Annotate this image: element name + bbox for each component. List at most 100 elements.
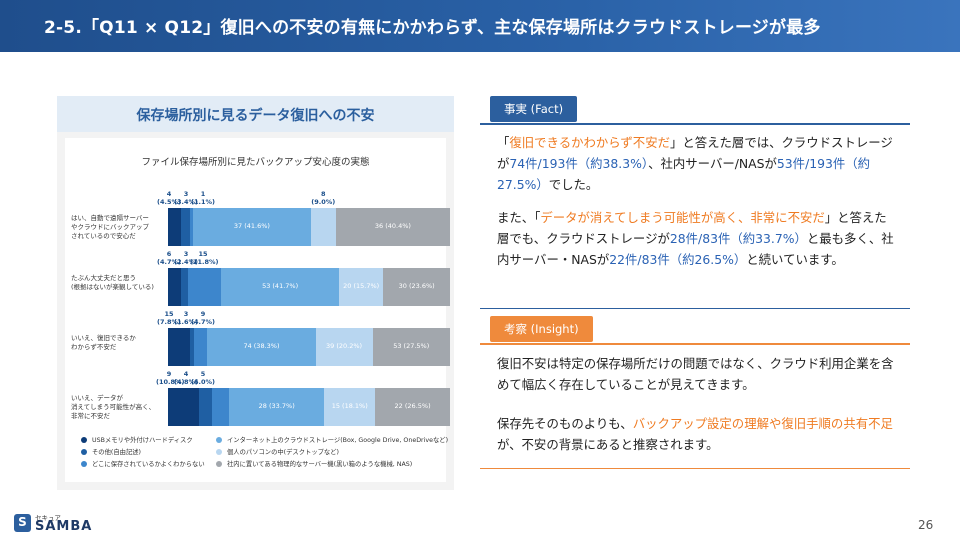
legend-label: 個人のパソコンの中(デスクトップなど) xyxy=(227,449,339,456)
bar-segment-label: 37 (41.6%) xyxy=(233,222,270,230)
figure-banner: 保存場所別に見るデータ復旧への不安 xyxy=(57,96,454,132)
legend-swatch-icon xyxy=(216,449,222,455)
legend-label: その他(自由記述) xyxy=(92,449,141,456)
bar-segment-label: 36 (40.4%) xyxy=(374,222,411,230)
bar-segment xyxy=(198,388,213,426)
logo-mark-letter: S xyxy=(18,515,27,529)
bar-segment xyxy=(212,388,230,426)
small-percent-label: (9.0%) xyxy=(311,197,336,206)
fact-p1-run: 、社内サーバー/NASが xyxy=(648,156,777,171)
small-percent-label: (6.0%) xyxy=(191,377,215,386)
bar-segment-label: 30 (23.6%) xyxy=(398,282,435,290)
fact-p1-run: でした。 xyxy=(548,177,599,192)
insight-p2-run: 保存先そのものよりも、 xyxy=(497,416,633,431)
bar-segment xyxy=(187,268,222,306)
stacked-bar: 74 (38.3%) 39 (20.2%) 53 (27.5%) xyxy=(168,328,450,366)
insight-p2-run: バックアップ設定の理解や復旧手順の共有不足 xyxy=(632,416,893,431)
bar-segment-label: 20 (15.7%) xyxy=(343,282,380,290)
category-label: たぶん大丈夫だと思う (根拠はないが楽観している) xyxy=(71,274,154,291)
legend-label: インターネット上のクラウドストレージ(Box, Google Drive, On… xyxy=(227,437,449,444)
insight-p2-run: が、不安の背景にあると推察されます。 xyxy=(497,437,719,452)
insight-paragraph-1: 復旧不安は特定の保存場所だけの問題ではなく、クラウド利用企業を含めて幅広く存在し… xyxy=(497,353,899,395)
slide: 2-5.「Q11 × Q12」復旧への不安の有無にかかわらず、主な保存場所はクラ… xyxy=(0,0,960,540)
bar-segment xyxy=(180,208,191,246)
legend-item: どこに保存されているかよくわからない xyxy=(81,459,205,468)
bar-segment-label: 74 (38.3%) xyxy=(243,342,280,350)
bar-segment xyxy=(168,208,181,246)
page-title: 2-5.「Q11 × Q12」復旧への不安の有無にかかわらず、主な保存場所はクラ… xyxy=(44,18,821,38)
fact-p1-run: 74件/193件（約38.3%） xyxy=(509,156,649,171)
page-number: 26 xyxy=(918,518,934,532)
fact-p2-run: と続いています。 xyxy=(746,252,844,267)
legend-label: 社内に置いてある物理的なサーバー機(黒い箱のような機械, NAS) xyxy=(227,461,413,468)
bar-segment xyxy=(181,268,188,306)
header-bar: 2-5.「Q11 × Q12」復旧への不安の有無にかかわらず、主な保存場所はクラ… xyxy=(0,0,960,52)
insight-divider-top xyxy=(480,343,910,345)
bar-segment: 74 (38.3%) xyxy=(207,328,316,366)
bar-segment-label: 39 (20.2%) xyxy=(325,342,363,350)
bar-segment xyxy=(194,328,208,366)
logo-mark-icon: S xyxy=(14,514,31,532)
legend-item: 個人のパソコンの中(デスクトップなど) xyxy=(216,447,339,456)
small-segment-label: 8 (9.0%) xyxy=(310,190,336,206)
bar-segment xyxy=(168,328,190,366)
small-percent-label: (1.1%) xyxy=(191,197,215,206)
fact-paragraph-1: 「復旧できるかわからず不安だ」と答えた層では、クラウドストレージが74件/193… xyxy=(497,132,899,195)
legend-swatch-icon xyxy=(81,461,87,467)
bar-segment-label: 53 (27.5%) xyxy=(393,342,430,350)
bar-segment-label: 22 (26.5%) xyxy=(394,402,431,410)
fact-p2-run: 22件/83件（約26.5%） xyxy=(609,252,747,267)
stacked-bar: 53 (41.7%) 20 (15.7%) 30 (23.6%) xyxy=(168,268,450,306)
fact-p2-run: データが消えてしまう可能性が高く、非常に不安だ xyxy=(540,210,825,225)
legend-swatch-icon xyxy=(81,437,87,443)
bar-segment xyxy=(310,208,336,246)
chart-figure: 保存場所別に見るデータ復旧への不安 ファイル保存場所別に見たバックアップ安心度の… xyxy=(57,96,454,490)
legend-item: USBメモリや外付けハードディスク xyxy=(81,435,193,444)
bar-segment: 22 (26.5%) xyxy=(375,388,450,426)
bar-segment xyxy=(168,388,199,426)
fact-tag: 事実 (Fact) xyxy=(490,96,578,122)
stacked-bar: 37 (41.6%) 36 (40.4%) xyxy=(168,208,450,246)
small-segment-label: 9 (4.7%) xyxy=(190,310,216,326)
stacked-bar: 28 (33.7%) 15 (18.1%) 22 (26.5%) xyxy=(168,388,450,426)
fact-p2-run: 28件/83件（約33.7%） xyxy=(669,231,807,246)
legend-item: その他(自由記述) xyxy=(81,447,141,456)
fact-paragraph-2: また、「データが消えてしまう可能性が高く、非常に不安だ」と答えた層でも、クラウド… xyxy=(497,207,899,270)
bar-segment: 15 (18.1%) xyxy=(324,388,376,426)
small-percent-label: (4.7%) xyxy=(191,317,215,326)
bar-segment: 37 (41.6%) xyxy=(193,208,311,246)
logo-wordmark: SAMBA xyxy=(35,519,93,534)
category-label: いいえ、復旧できるか わからず不安だ xyxy=(71,334,136,351)
category-label: いいえ、データが 消えてしまう可能性が高く、 非常に不安だ xyxy=(71,394,156,420)
bar-segment: 28 (33.7%) xyxy=(229,388,325,426)
legend-swatch-icon xyxy=(216,437,222,443)
bar-segment: 20 (15.7%) xyxy=(338,268,384,306)
legend-item: 社内に置いてある物理的なサーバー機(黒い箱のような機械, NAS) xyxy=(216,459,412,468)
bar-segment-label: 15 (18.1%) xyxy=(331,402,368,410)
fact-p1-run: 「 xyxy=(497,135,510,150)
figure-banner-text: 保存場所別に見るデータ復旧への不安 xyxy=(136,108,375,124)
bar-segment: 53 (27.5%) xyxy=(372,328,450,366)
bar-segment: 53 (41.7%) xyxy=(221,268,339,306)
legend-label: どこに保存されているかよくわからない xyxy=(92,461,205,468)
legend-label: USBメモリや外付けハードディスク xyxy=(92,437,193,444)
legend-swatch-icon xyxy=(81,449,87,455)
small-segment-label: 5 (6.0%) xyxy=(190,370,216,386)
bar-segment: 39 (20.2%) xyxy=(315,328,373,366)
fact-p1-run: 復旧できるかわからず不安だ xyxy=(509,135,670,150)
bar-segment xyxy=(168,268,182,306)
bar-segment-label: 28 (33.7%) xyxy=(258,402,295,410)
small-percent-label: (11.8%) xyxy=(190,257,219,266)
bar-segment: 30 (23.6%) xyxy=(383,268,450,306)
insight-tag: 考察 (Insight) xyxy=(490,316,593,342)
category-label: はい、自動で遠隔サーバー やクラウドにバックアップ されているので安心だ xyxy=(71,214,149,240)
insight-divider-bottom xyxy=(480,468,910,469)
insight-p1-run: 復旧不安は特定の保存場所だけの問題ではなく、クラウド利用企業を含めて幅広く存在し… xyxy=(497,356,894,392)
insight-paragraph-2: 保存先そのものよりも、バックアップ設定の理解や復旧手順の共有不足が、不安の背景に… xyxy=(497,413,899,455)
fact-p2-run: また、「 xyxy=(497,210,541,225)
bar-segment: 36 (40.4%) xyxy=(335,208,450,246)
legend-swatch-icon xyxy=(216,461,222,467)
fact-divider-top xyxy=(480,123,910,125)
chart-panel: ファイル保存場所別に見たバックアップ安心度の実態 USBメモリや外付けハードディ… xyxy=(65,138,450,482)
small-segment-label: 1 (1.1%) xyxy=(190,190,216,206)
